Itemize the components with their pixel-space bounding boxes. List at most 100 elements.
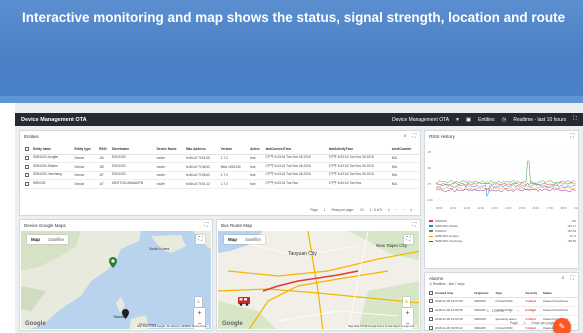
column-header[interactable]: Severity bbox=[524, 289, 542, 298]
map-tab[interactable]: Map bbox=[224, 235, 241, 244]
column-header[interactable]: Originator bbox=[473, 289, 495, 298]
table-cell: Device bbox=[72, 179, 98, 189]
table-header-row: Created time Originator Type Severity St… bbox=[428, 289, 578, 298]
zoom-in-button[interactable]: + bbox=[194, 308, 205, 319]
prev-page-icon[interactable]: ‹ bbox=[396, 208, 397, 212]
search-icon[interactable]: ⌕ bbox=[404, 133, 407, 139]
column-header[interactable]: Version bbox=[218, 145, 249, 155]
table-cell: WR0225 bbox=[473, 297, 495, 307]
column-header[interactable]: Streetname bbox=[109, 145, 155, 155]
column-header[interactable]: Entity type bbox=[72, 145, 98, 155]
prev-page-icon[interactable]: ‹ bbox=[518, 309, 519, 313]
table-cell: 2018-11-06 10:07:58 bbox=[434, 297, 474, 307]
entities-pagination: Page 1 Rows per page: 10 1 - 5 of 5 |‹ ‹… bbox=[310, 208, 412, 212]
page-select[interactable]: 1 bbox=[324, 208, 326, 212]
clock-icon[interactable]: ◷ bbox=[502, 117, 507, 123]
column-header[interactable]: Mac Address bbox=[184, 145, 219, 155]
first-page-icon[interactable]: |‹ bbox=[510, 309, 512, 313]
column-header[interactable]: sendCounter bbox=[389, 145, 419, 155]
device-marker-icon[interactable] bbox=[122, 309, 129, 319]
entities-link[interactable]: Entities bbox=[478, 117, 494, 123]
fullscreen-icon[interactable]: ⛶ bbox=[573, 116, 577, 123]
table-row[interactable]: SDB1000-Jungfer Device -84 SOD1000 router fc:… bbox=[23, 154, 419, 163]
next-page-icon[interactable]: › bbox=[525, 309, 526, 313]
google-logo: Google bbox=[222, 321, 243, 327]
table-row[interactable]: SDB1000-Yanchang Device -87 SOD1000 router fc… bbox=[23, 171, 419, 180]
map-attribution[interactable]: Map data ©2018 Google Terms of Use Repor… bbox=[346, 325, 417, 328]
row-checkbox[interactable] bbox=[25, 156, 29, 161]
x-tick-label: 11:00 bbox=[464, 206, 471, 210]
column-header[interactable]: Active bbox=[248, 145, 264, 155]
rows-per-page-select[interactable]: 10 bbox=[360, 208, 364, 212]
table-cell: N/A bbox=[389, 179, 419, 189]
column-header[interactable]: Status bbox=[541, 289, 578, 298]
table-cell: 1.7.0 bbox=[218, 179, 249, 189]
satellite-tab[interactable]: Satellite bbox=[44, 235, 68, 244]
table-row[interactable]: SDB1000-Shiden Device -85 SOD1000 router fc:6… bbox=[23, 162, 419, 172]
column-header[interactable]: lastConnectTime bbox=[263, 145, 327, 155]
search-icon[interactable]: ⌕ bbox=[562, 275, 565, 281]
map-attribution[interactable]: Map data ©2018 Google, SK telecom, ZENRI… bbox=[134, 325, 209, 328]
bus-route-map[interactable]: Map Satellite ⛶ Taoyuan City New Taipei … bbox=[218, 231, 419, 329]
map-fullscreen-icon[interactable]: ⛶ bbox=[196, 235, 205, 244]
table-cell: Cleared Unacknow bbox=[541, 297, 578, 307]
entities-icon[interactable]: ▣ bbox=[466, 117, 471, 123]
page-label: Page bbox=[310, 208, 318, 212]
column-header[interactable]: RSSI bbox=[97, 145, 110, 155]
entities-title: Entities bbox=[24, 134, 39, 139]
pegman-icon[interactable]: ♙ bbox=[195, 297, 202, 307]
select-all-checkbox[interactable] bbox=[429, 290, 433, 295]
fullscreen-icon[interactable]: ⛶ bbox=[570, 275, 574, 281]
next-page-icon[interactable]: › bbox=[403, 208, 404, 212]
first-page-icon[interactable]: |‹ bbox=[388, 208, 390, 212]
fullscreen-icon[interactable]: ⛶ bbox=[204, 222, 208, 228]
fullscreen-icon[interactable]: ⛶ bbox=[412, 222, 416, 228]
satellite-tab[interactable]: Satellite bbox=[241, 235, 265, 244]
google-logo: Google bbox=[25, 321, 46, 327]
bus-icon[interactable] bbox=[238, 297, 250, 306]
row-checkbox[interactable] bbox=[429, 308, 433, 313]
table-header-row: Entity name Entity type RSSI Streetname … bbox=[23, 145, 419, 155]
table-cell: router bbox=[154, 162, 185, 172]
column-header[interactable]: lastActivityTime bbox=[326, 145, 390, 155]
row-checkbox[interactable] bbox=[25, 164, 29, 169]
device-marker-icon[interactable] bbox=[109, 257, 117, 268]
table-cell: 0下午 6:43:16 Tue Nov 06 2018 bbox=[326, 154, 390, 163]
row-checkbox[interactable] bbox=[25, 181, 29, 186]
table-cell: -67 bbox=[97, 179, 110, 189]
page-select[interactable]: 1 bbox=[524, 321, 526, 325]
table-cell: SDB1000-Shiden bbox=[31, 162, 73, 172]
row-checkbox[interactable] bbox=[25, 173, 29, 178]
x-tick-label: 09:00 bbox=[436, 206, 443, 210]
rows-per-page-label: Rows per page: bbox=[331, 208, 354, 212]
row-checkbox[interactable] bbox=[429, 299, 433, 304]
table-cell: -87 bbox=[97, 171, 110, 180]
banner-strip bbox=[0, 96, 583, 103]
column-header[interactable]: Device Name bbox=[154, 145, 185, 155]
x-tick-label: 18:00 bbox=[560, 206, 567, 210]
last-page-icon[interactable]: ›| bbox=[532, 309, 534, 313]
row-checkbox[interactable] bbox=[429, 326, 433, 330]
table-row[interactable]: WR0225 Device -67 ARISTON-WAN&MTB router fc:… bbox=[23, 179, 419, 189]
map-tab[interactable]: Map bbox=[27, 235, 44, 244]
column-header[interactable]: Type bbox=[494, 289, 525, 298]
fullscreen-icon[interactable]: ⛶ bbox=[570, 133, 574, 139]
device-map[interactable]: Map Satellite ⛶ South Korea Taiwan Phili… bbox=[21, 231, 211, 329]
column-header[interactable]: Entity name bbox=[31, 145, 73, 155]
fullscreen-icon[interactable]: ⛶ bbox=[412, 133, 416, 139]
banner-title: Interactive monitoring and map shows the… bbox=[22, 10, 566, 25]
table-row[interactable]: 2018-11-06 10:07:58 WR0225 Critical RSSI Cr… bbox=[428, 297, 578, 307]
app-menu[interactable]: Device Management OTA bbox=[392, 117, 449, 123]
edit-fab-button[interactable]: ✎ bbox=[553, 318, 571, 333]
column-header[interactable]: Created time bbox=[434, 289, 474, 298]
legend-item[interactable]: SDB1000-Yanchang -88.56 bbox=[429, 239, 576, 244]
chevron-down-icon[interactable]: ▾ bbox=[456, 117, 459, 123]
pegman-icon[interactable]: ♙ bbox=[403, 297, 410, 307]
zoom-in-button[interactable]: + bbox=[402, 308, 413, 319]
alarms-realtime[interactable]: ◷ Realtime - last 7 days bbox=[429, 282, 465, 286]
last-page-icon[interactable]: ›| bbox=[410, 208, 412, 212]
table-cell: fc:66:a7:7f:51:05 bbox=[184, 154, 219, 163]
realtime-selector[interactable]: Realtime - last 10 hours bbox=[513, 117, 566, 123]
row-checkbox[interactable] bbox=[429, 317, 433, 322]
select-all-checkbox[interactable] bbox=[25, 147, 29, 152]
